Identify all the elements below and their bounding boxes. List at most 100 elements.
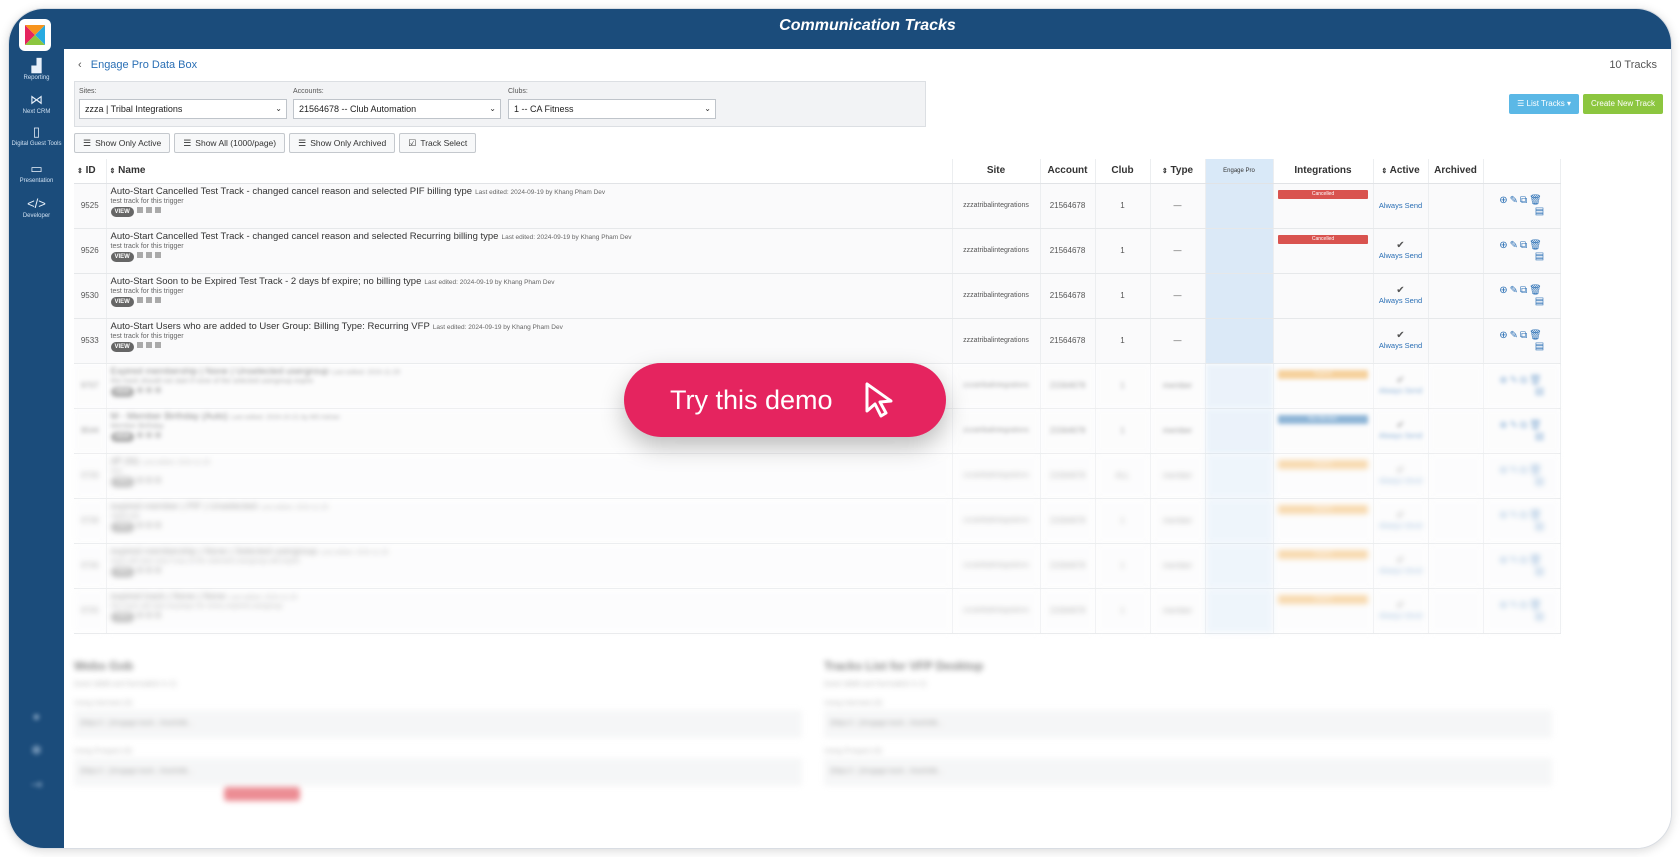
trash-icon[interactable]: 🗑 — [1529, 240, 1544, 251]
sidebar-item-digital-guest-tools[interactable]: ▯ Digital Guest Tools — [9, 125, 64, 148]
right-url-box-2[interactable]: {https://...}/engage.track.../trackId&..… — [824, 758, 1552, 786]
active-status[interactable]: Always Send — [1374, 251, 1428, 260]
track-name[interactable]: Auto-Start Soon to be Expired Test Track… — [111, 276, 422, 287]
archive-icon[interactable]: ▤ — [1535, 251, 1546, 262]
trash-icon[interactable]: 🗑 — [1529, 285, 1544, 296]
track-name[interactable]: Auto-Start Cancelled Test Track - change… — [111, 186, 473, 197]
trash-icon[interactable]: 🗑 — [1529, 600, 1544, 611]
active-status[interactable]: Always Send — [1374, 386, 1428, 395]
accounts-select[interactable]: 21564678 -- Club Automation ⌄ — [293, 99, 501, 119]
try-demo-button[interactable]: Try this demo — [624, 363, 946, 437]
track-name[interactable]: M - Member Birthday (Auto) — [111, 411, 228, 422]
show-only-active-button[interactable]: ☰ Show Only Active — [74, 133, 171, 153]
archive-icon[interactable]: ▤ — [1535, 296, 1546, 307]
clubs-select[interactable]: 1 -- CA Fitness ⌄ — [508, 99, 716, 119]
globe-icon[interactable]: ⊕ — [1499, 240, 1509, 251]
table-row[interactable]: 9530 Auto-Start Soon to be Expired Test … — [74, 273, 1561, 319]
copy-icon[interactable]: ⧉ — [1520, 240, 1529, 251]
archive-icon[interactable]: ▤ — [1535, 206, 1546, 217]
copy-icon[interactable]: ⧉ — [1520, 195, 1529, 206]
sidebar-item-presentation[interactable]: ▭ Presentation — [9, 162, 64, 185]
edit-icon[interactable]: ✎ — [1510, 195, 1520, 206]
table-row[interactable]: 9706 expired membership | None | Selecte… — [74, 543, 1561, 589]
column-header-active[interactable]: ⇕ Active — [1373, 159, 1429, 184]
table-row[interactable]: 9525 Auto-Start Cancelled Test Track - c… — [74, 183, 1561, 229]
sidebar-item-next-crm[interactable]: ⋈ Next CRM — [9, 93, 64, 116]
view-button[interactable]: VIEW — [110, 431, 134, 442]
edit-icon[interactable]: ✎ — [1510, 600, 1520, 611]
table-row[interactable]: 9533 Auto-Start Users who are added to U… — [74, 318, 1561, 364]
globe-icon[interactable]: ⊕ — [1499, 555, 1509, 566]
globe-icon[interactable]: ⊕ — [1499, 510, 1509, 521]
show-all-button[interactable]: ☰ Show All (1000/page) — [174, 133, 286, 153]
globe-icon[interactable]: ⊕ — [1499, 375, 1509, 386]
copy-icon[interactable]: ⧉ — [1520, 375, 1529, 386]
archive-icon[interactable]: ▤ — [1535, 431, 1546, 442]
trash-icon[interactable]: 🗑 — [1529, 420, 1544, 431]
view-button[interactable]: VIEW — [110, 566, 134, 577]
copy-icon[interactable]: ⧉ — [1520, 555, 1529, 566]
left-url-box-1[interactable]: {https://...}/engage.track.../trackId&..… — [74, 710, 802, 738]
globe-icon[interactable]: ⊕ — [1499, 330, 1509, 341]
table-row[interactable]: 9709 dP (fd) Last edited: 2024-11-29 test… — [74, 453, 1561, 499]
archive-icon[interactable]: ▤ — [1535, 386, 1546, 397]
edit-icon[interactable]: ✎ — [1510, 285, 1520, 296]
trash-icon[interactable]: 🗑 — [1529, 375, 1544, 386]
edit-icon[interactable]: ✎ — [1510, 420, 1520, 431]
edit-icon[interactable]: ✎ — [1510, 465, 1520, 476]
table-row[interactable]: 9705 expired track | None | None Last edi… — [74, 588, 1561, 634]
column-header-id[interactable]: ⇕ ID — [74, 159, 107, 184]
track-name[interactable]: expired track | None | None — [111, 591, 226, 602]
edit-icon[interactable]: ✎ — [1510, 240, 1520, 251]
active-status[interactable]: Always Send — [1374, 296, 1428, 305]
view-button[interactable]: VIEW — [110, 341, 134, 352]
sites-select[interactable]: zzza | Tribal Integrations ⌄ — [79, 99, 287, 119]
globe-icon[interactable]: ⊕ — [1499, 420, 1509, 431]
active-status[interactable]: Always Send — [1374, 521, 1428, 530]
edit-icon[interactable]: ✎ — [1510, 375, 1520, 386]
copy-icon[interactable]: ⧉ — [1520, 330, 1529, 341]
column-header-name[interactable]: ⇕ Name — [106, 159, 953, 184]
app-logo-icon[interactable] — [19, 19, 51, 51]
globe-icon[interactable]: ⊕ — [1499, 600, 1509, 611]
active-status[interactable]: Always Send — [1374, 611, 1428, 620]
trash-icon[interactable]: 🗑 — [1529, 195, 1544, 206]
view-button[interactable]: VIEW — [110, 521, 134, 532]
settings-icon[interactable]: ✱ — [9, 733, 64, 767]
archive-icon[interactable]: ▤ — [1535, 521, 1546, 532]
view-button[interactable]: VIEW — [110, 386, 134, 397]
left-url-box-2[interactable]: {https://...}/engage.track.../trackId&..… — [74, 758, 802, 786]
track-name[interactable]: expired member | PIF | Unselected — [111, 501, 257, 512]
list-tracks-button[interactable]: ☰ List Tracks ▾ — [1509, 94, 1579, 114]
track-name[interactable]: expired membership | None | Selected use… — [111, 546, 318, 557]
track-name[interactable]: Expired membership | None | Unselected u… — [111, 366, 329, 377]
copy-icon[interactable]: ⧉ — [1520, 420, 1529, 431]
view-button[interactable]: VIEW — [110, 296, 134, 307]
view-button[interactable]: VIEW — [110, 251, 134, 262]
table-row[interactable]: 9708 expired member | PIF | Unselected La… — [74, 498, 1561, 544]
copy-icon[interactable]: ⧉ — [1520, 465, 1529, 476]
column-header-type[interactable]: ⇕ Type — [1150, 159, 1206, 184]
trash-icon[interactable]: 🗑 — [1529, 330, 1544, 341]
edit-icon[interactable]: ✎ — [1510, 330, 1520, 341]
track-name[interactable]: Auto-Start Users who are added to User G… — [111, 321, 430, 332]
archive-icon[interactable]: ▤ — [1535, 611, 1546, 622]
active-status[interactable]: Always Send — [1374, 341, 1428, 350]
globe-icon[interactable]: ⊕ — [1499, 465, 1509, 476]
archive-icon[interactable]: ▤ — [1535, 476, 1546, 487]
breadcrumb-link[interactable]: Engage Pro Data Box — [91, 59, 197, 71]
user-icon[interactable]: ● — [9, 699, 64, 733]
archive-icon[interactable]: ▤ — [1535, 341, 1546, 352]
track-select-button[interactable]: ☑ Track Select — [399, 133, 477, 153]
sidebar-item-reporting[interactable]: ▟ Reporting — [9, 59, 64, 82]
copy-icon[interactable]: ⧉ — [1520, 510, 1529, 521]
show-only-archived-button[interactable]: ☰ Show Only Archived — [289, 133, 396, 153]
globe-icon[interactable]: ⊕ — [1499, 285, 1509, 296]
edit-icon[interactable]: ✎ — [1510, 555, 1520, 566]
archive-icon[interactable]: ▤ — [1535, 566, 1546, 577]
trash-icon[interactable]: 🗑 — [1529, 555, 1544, 566]
trash-icon[interactable]: 🗑 — [1529, 465, 1544, 476]
edit-icon[interactable]: ✎ — [1510, 510, 1520, 521]
active-status[interactable]: Always Send — [1374, 476, 1428, 485]
globe-icon[interactable]: ⊕ — [1499, 195, 1509, 206]
